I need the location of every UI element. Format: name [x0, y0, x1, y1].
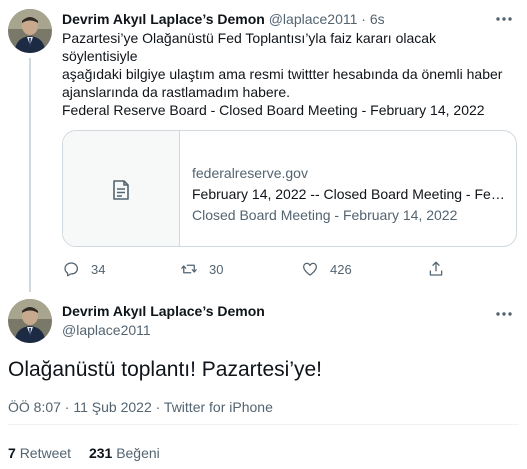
- card-domain: federalreserve.gov: [192, 165, 308, 181]
- tweet-text: Pazartesi’ye Olağanüstü Fed Toplantısı’y…: [62, 29, 512, 101]
- retweet-stat[interactable]: 7 Retweet: [8, 445, 71, 461]
- tweet-text-line: Pazartesi’ye Olağanüstü Fed Toplantısı’y…: [62, 30, 437, 64]
- action-bar: 34 30 426: [62, 259, 502, 279]
- avatar[interactable]: [8, 299, 52, 343]
- tweet-link-text: Federal Reserve Board - Closed Board Mee…: [62, 102, 485, 118]
- share-icon: [429, 261, 443, 276]
- tweet-stats: 7 Retweet 231 Beğeni: [8, 444, 160, 462]
- author-name[interactable]: Devrim Akyıl Laplace’s Demon: [62, 11, 265, 27]
- like-stat-count: 231: [88, 445, 113, 461]
- tweet-text-line: aşağıdaki bilgiye ulaştım ama resmi twit…: [62, 66, 503, 82]
- retweet-button[interactable]: 30: [180, 259, 223, 279]
- author-name[interactable]: Devrim Akyıl Laplace’s Demon: [62, 302, 265, 320]
- like-stat[interactable]: 231 Beğeni: [89, 445, 160, 461]
- reply-icon: [64, 262, 79, 277]
- reply-count: 34: [91, 261, 106, 277]
- author-handle[interactable]: @laplace2011: [269, 11, 358, 27]
- card-thumbnail: [63, 131, 180, 246]
- retweet-stat-label: Retweet: [19, 445, 72, 461]
- like-count: 426: [330, 261, 352, 277]
- author-handle[interactable]: @laplace2011: [62, 321, 151, 339]
- link-card[interactable]: federalreserve.gov February 14, 2022 -- …: [62, 130, 517, 247]
- tweet-metadata[interactable]: ÖÖ 8:07 · 11 Şub 2022 · Twitter for iPho…: [8, 398, 273, 416]
- card-text: federalreserve.gov February 14, 2022 -- …: [192, 163, 510, 226]
- tweet-text-line: ajanslarında da rastlamadım habere.: [62, 84, 291, 100]
- tweet-text: Olağanüstü toplantı! Pazartesi’ye!: [8, 358, 323, 381]
- tweet-time[interactable]: 6s: [370, 11, 385, 27]
- focused-tweet: Devrim Akyıl Laplace’s Demon @laplace201…: [0, 290, 527, 469]
- more-options-icon[interactable]: [494, 304, 514, 324]
- separator-dot: ·: [361, 11, 366, 27]
- reply-button[interactable]: 34: [62, 259, 105, 279]
- document-icon: [113, 180, 129, 200]
- share-button[interactable]: [427, 259, 445, 279]
- retweet-stat-count: 7: [8, 445, 16, 461]
- like-button[interactable]: 426: [301, 259, 352, 279]
- avatar[interactable]: [8, 9, 52, 53]
- retweet-icon: [181, 264, 197, 274]
- tweet-header: Devrim Akyıl Laplace’s Demon @laplace201…: [62, 10, 385, 28]
- thread-line: [29, 58, 31, 292]
- retweet-count: 30: [209, 261, 224, 277]
- more-options-icon[interactable]: [494, 9, 514, 29]
- heart-icon: [302, 262, 318, 276]
- card-description: Closed Board Meeting - February 14, 2022: [192, 207, 458, 223]
- divider: [8, 424, 519, 425]
- card-title: February 14, 2022 -- Closed Board Meetin…: [192, 186, 510, 202]
- tweet[interactable]: Devrim Akyıl Laplace’s Demon @laplace201…: [0, 0, 527, 292]
- like-stat-label: Beğeni: [116, 445, 160, 461]
